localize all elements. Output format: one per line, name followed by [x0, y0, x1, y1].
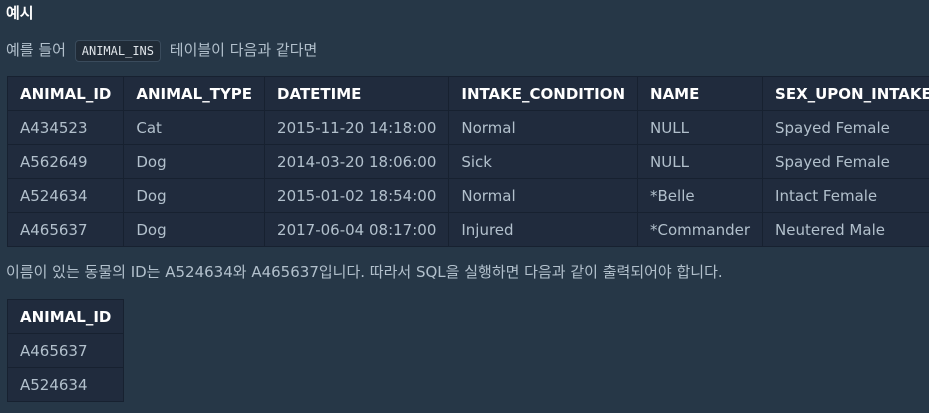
column-header-sex-upon-intake: SEX_UPON_INTAKE — [762, 76, 929, 111]
column-header-animal-id: ANIMAL_ID — [6, 76, 125, 111]
table-cell: Cat — [123, 110, 266, 145]
table-header-row: ANIMAL_ID ANIMAL_TYPE DATETIME INTAKE_CO… — [6, 76, 929, 111]
table-cell: A524634 — [6, 367, 125, 402]
table-cell: A465637 — [6, 212, 125, 247]
table-cell: A524634 — [6, 178, 125, 213]
table-cell: A562649 — [6, 144, 125, 179]
column-header-animal-id: ANIMAL_ID — [6, 299, 125, 334]
table-cell: Dog — [123, 144, 266, 179]
table-cell: Spayed Female — [762, 144, 929, 179]
table-name-code: ANIMAL_INS — [74, 39, 161, 62]
section-heading: 예시 — [6, 4, 34, 22]
table-cell: Dog — [123, 212, 266, 247]
table-cell: *Commander — [637, 212, 764, 247]
result-table: ANIMAL_ID A465637 A524634 — [6, 299, 125, 402]
table-row: A434523 Cat 2015-11-20 14:18:00 Normal N… — [6, 110, 929, 145]
table-cell: Normal — [448, 110, 639, 145]
table-cell: Intact Female — [762, 178, 929, 213]
table-cell: Injured — [448, 212, 639, 247]
table-cell: 2015-01-02 18:54:00 — [264, 178, 450, 213]
table-row: A524634 Dog 2015-01-02 18:54:00 Normal *… — [6, 178, 929, 213]
table-cell: Normal — [448, 178, 639, 213]
table-cell: 2017-06-04 08:17:00 — [264, 212, 450, 247]
table-row: A562649 Dog 2014-03-20 18:06:00 Sick NUL… — [6, 144, 929, 179]
table-cell: 2014-03-20 18:06:00 — [264, 144, 450, 179]
table-header-row: ANIMAL_ID — [6, 299, 125, 334]
table-row: A465637 Dog 2017-06-04 08:17:00 Injured … — [6, 212, 929, 247]
table-cell: *Belle — [637, 178, 764, 213]
animal-ins-table: ANIMAL_ID ANIMAL_TYPE DATETIME INTAKE_CO… — [6, 76, 929, 247]
table-cell: Neutered Male — [762, 212, 929, 247]
intro-text: 예를 들어 ANIMAL_INS 테이블이 다음과 같다면 — [6, 38, 317, 62]
table-cell: A434523 — [6, 110, 125, 145]
table-cell: 2015-11-20 14:18:00 — [264, 110, 450, 145]
column-header-name: NAME — [637, 76, 764, 111]
table-cell: NULL — [637, 110, 764, 145]
table-cell: NULL — [637, 144, 764, 179]
column-header-animal-type: ANIMAL_TYPE — [123, 76, 266, 111]
summary-text: 이름이 있는 동물의 ID는 A524634와 A465637입니다. 따라서 … — [6, 263, 723, 281]
table-cell: A465637 — [6, 333, 125, 368]
table-cell: Spayed Female — [762, 110, 929, 145]
intro-before: 예를 들어 — [6, 41, 66, 59]
table-row: A524634 — [6, 367, 125, 402]
intro-after: 테이블이 다음과 같다면 — [169, 41, 318, 59]
table-cell: Dog — [123, 178, 266, 213]
column-header-datetime: DATETIME — [264, 76, 450, 111]
example-section: 예시 예를 들어 ANIMAL_INS 테이블이 다음과 같다면 ANIMAL_… — [0, 0, 929, 413]
table-row: A465637 — [6, 333, 125, 368]
column-header-intake-condition: INTAKE_CONDITION — [448, 76, 639, 111]
table-cell: Sick — [448, 144, 639, 179]
